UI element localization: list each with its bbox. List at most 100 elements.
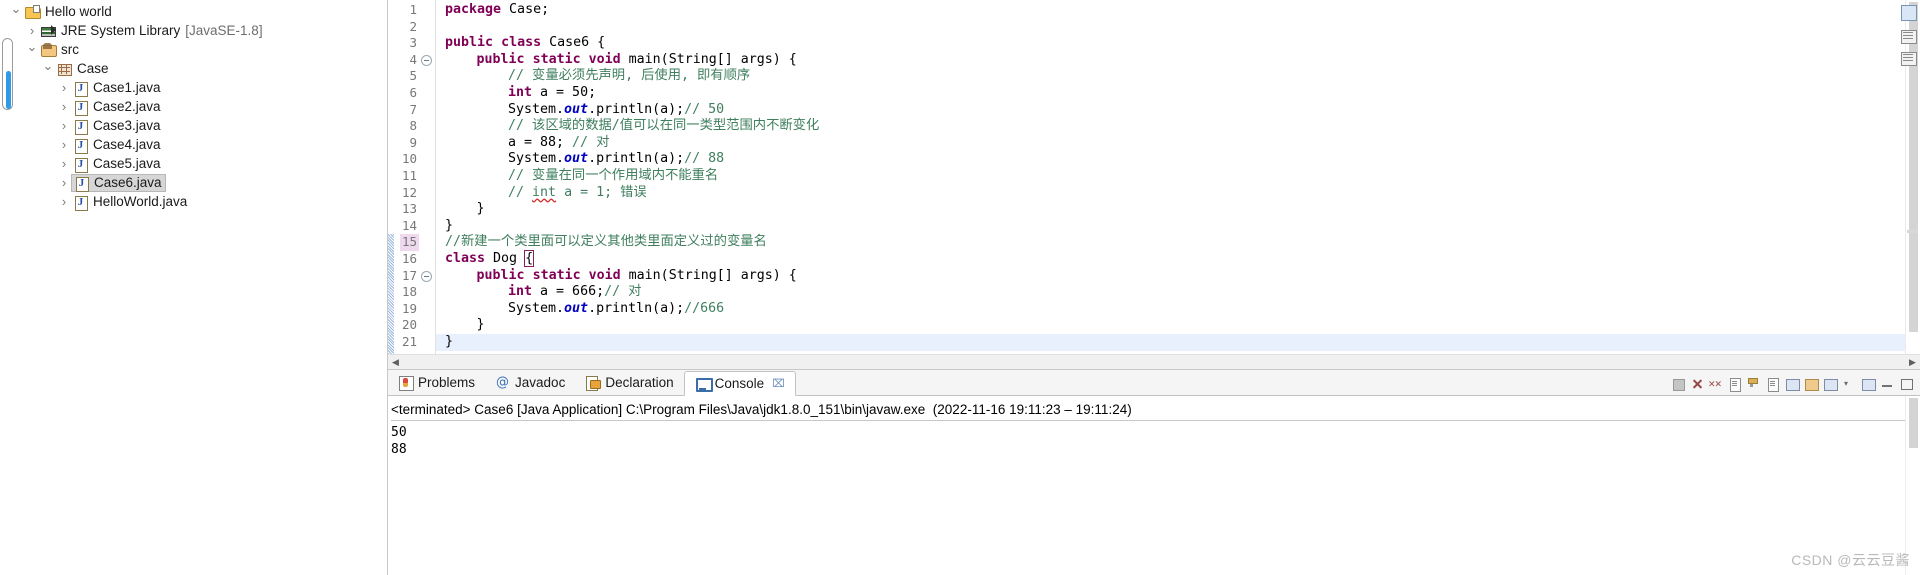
remove-launch-icon[interactable] [1689,376,1705,392]
code-line-1[interactable]: package Case; [445,2,549,19]
tree-item-hello-world[interactable]: Hello world [0,2,387,21]
code-text-area[interactable]: package Case; public class Case6 { public … [436,0,1920,369]
line-number-20[interactable]: 20 [402,317,417,334]
fold-collapse-icon[interactable] [421,270,432,282]
tree-item-content[interactable]: Case1.java [72,80,161,97]
tree-item-case6-java[interactable]: Case6.java [0,173,387,192]
line-number-15[interactable]: 15 [399,234,419,251]
tab-declaration[interactable]: Declaration [575,370,683,395]
tree-item-content[interactable]: Case3.java [72,118,161,135]
tree-item-content[interactable]: JRE System Library [JavaSE-1.8] [40,23,263,39]
chevron-right-icon[interactable] [56,137,72,152]
word-wrap-icon[interactable] [1765,376,1781,392]
line-number-1[interactable]: 1 [409,2,417,19]
chevron-right-icon[interactable] [24,23,40,38]
code-line-15[interactable]: //新建一个类里面可以定义其他类里面定义过的变量名 [445,234,767,251]
code-line-6[interactable]: int a = 50; [508,85,596,102]
tree-item-content[interactable]: Case2.java [72,99,161,116]
terminate-icon[interactable] [1670,376,1686,392]
tree-item-content[interactable]: Hello world [24,4,112,20]
code-line-10[interactable]: System.out.println(a);// 88 [508,151,724,168]
editor-horizontal-scrollbar[interactable]: ◀ ▶ [388,354,1920,369]
tree-item-content[interactable]: src [40,42,79,58]
tree-item-content[interactable]: Case5.java [72,156,161,173]
java-perspective-icon[interactable] [1900,28,1917,45]
tree-item-src[interactable]: src [0,40,387,59]
tree-item-case4-java[interactable]: Case4.java [0,135,387,154]
line-number-8[interactable]: 8 [409,118,417,135]
maximize-icon[interactable] [1898,376,1914,392]
chevron-right-icon[interactable] [56,194,72,209]
tree-item-case[interactable]: Case [0,59,387,78]
tree-item-case2-java[interactable]: Case2.java [0,97,387,116]
code-line-21[interactable]: } [445,334,453,351]
show-console-icon[interactable] [1784,376,1800,392]
code-line-3[interactable]: public class Case6 { [445,35,605,52]
chevron-right-icon[interactable] [56,80,72,95]
chevron-right-icon[interactable] [56,175,72,190]
chevron-down-icon[interactable] [8,4,24,20]
remove-all-terminated-icon[interactable] [1708,376,1724,392]
code-line-14[interactable]: } [445,218,453,235]
minimize-icon[interactable] [1879,376,1895,392]
line-number-14[interactable]: 14 [402,218,417,235]
console-output[interactable]: <terminated> Case6 [Java Application] C:… [388,396,1905,575]
close-icon[interactable]: ⌧ [772,377,785,390]
console-toolbar[interactable] [1670,376,1914,392]
open-console-dropdown-icon[interactable] [1841,376,1857,392]
chevron-down-icon[interactable] [24,42,40,58]
tree-item-case3-java[interactable]: Case3.java [0,116,387,135]
clear-console-icon[interactable] [1727,376,1743,392]
display-selected-console-icon[interactable] [1822,376,1838,392]
chevron-right-icon[interactable] [56,156,72,171]
project-tree[interactable]: Hello world JRE System Library [JavaSE-1.8… [0,0,387,211]
explorer-vertical-scrollbar[interactable] [2,38,13,110]
tab-console[interactable]: Console ⌧ [683,371,796,396]
tree-item-content[interactable]: Case4.java [72,137,161,154]
code-line-19[interactable]: System.out.println(a);//666 [508,301,724,318]
scroll-lock-icon[interactable] [1746,376,1762,392]
tree-item-case5-java[interactable]: Case5.java [0,154,387,173]
line-number-21[interactable]: 21 [402,334,417,351]
tree-item-case1-java[interactable]: Case1.java [0,78,387,97]
restore-perspective-icon[interactable] [1900,4,1917,21]
code-line-17[interactable]: public static void main(String[] args) { [477,268,797,285]
new-console-view-icon[interactable] [1860,376,1876,392]
tree-item-helloworld-java[interactable]: HelloWorld.java [0,192,387,211]
code-line-13[interactable]: } [477,201,485,218]
outline-view-icon[interactable] [1900,50,1917,67]
chevron-right-icon[interactable] [56,118,72,133]
code-line-8[interactable]: // 该区域的数据/值可以在同一类型范围内不断变化 [508,118,819,135]
tree-item-content[interactable]: HelloWorld.java [72,194,187,211]
line-number-6[interactable]: 6 [409,85,417,102]
tree-item-jre-system-library[interactable]: JRE System Library [JavaSE-1.8] [0,21,387,40]
line-number-19[interactable]: 19 [402,301,417,318]
view-tab-bar[interactable]: Problems @ Javadoc Declaration Console ⌧ [388,370,1920,396]
line-number-4[interactable]: 4 [409,52,417,69]
console-vertical-scrollbar[interactable] [1905,396,1920,575]
code-line-11[interactable]: // 变量在同一个作用域内不能重名 [508,168,718,185]
scroll-left-arrow-icon[interactable]: ◀ [388,357,403,368]
annotation-mark[interactable] [1907,230,1918,233]
scroll-right-arrow-icon[interactable]: ▶ [1905,357,1920,368]
code-line-18[interactable]: int a = 666;// 对 [508,284,641,301]
tree-item-content[interactable]: Case6.java [71,173,166,192]
code-line-12[interactable]: // int a = 1; 错误 [508,185,647,202]
line-number-18[interactable]: 18 [402,284,417,301]
line-number-7[interactable]: 7 [409,102,417,119]
code-editor[interactable]: 12345678910111213141516171819202122 pack… [388,0,1920,369]
fold-collapse-icon[interactable] [421,54,432,66]
chevron-down-icon[interactable] [40,61,56,77]
line-number-17[interactable]: 17 [402,268,417,285]
line-number-16[interactable]: 16 [402,251,417,268]
code-line-5[interactable]: // 变量必须先声明, 后使用, 即有顺序 [508,68,750,85]
chevron-right-icon[interactable] [56,99,72,114]
line-number-5[interactable]: 5 [409,68,417,85]
tab-javadoc[interactable]: @ Javadoc [485,370,575,395]
line-number-gutter[interactable]: 12345678910111213141516171819202122 [394,0,436,369]
line-number-13[interactable]: 13 [402,201,417,218]
line-number-10[interactable]: 10 [402,151,417,168]
line-number-3[interactable]: 3 [409,35,417,52]
console-scrollbar-thumb[interactable] [1909,398,1918,448]
code-line-7[interactable]: System.out.println(a);// 50 [508,102,724,119]
